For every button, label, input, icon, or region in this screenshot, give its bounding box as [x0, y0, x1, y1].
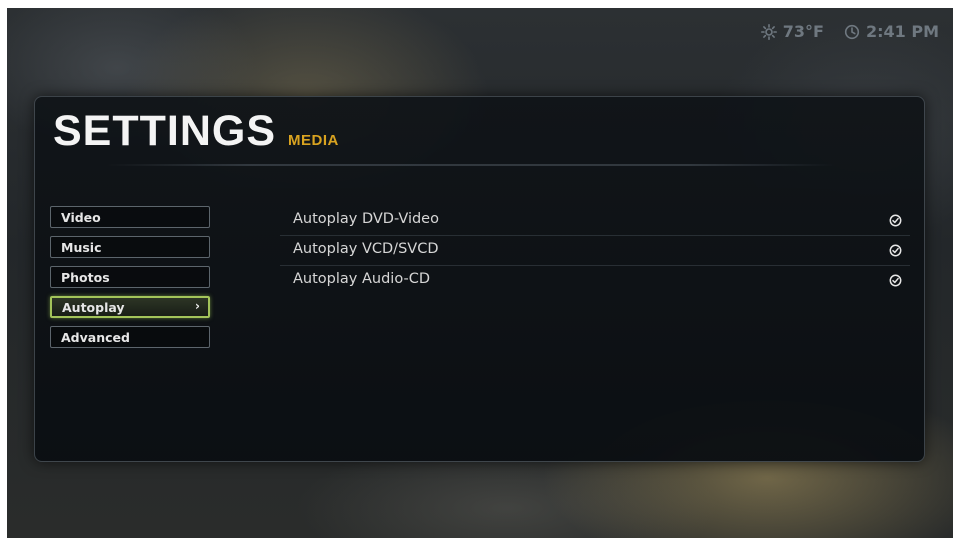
sidebar-item-label: Video — [61, 210, 101, 225]
sidebar-item-autoplay[interactable]: Autoplay › — [50, 296, 210, 318]
check-circle-icon — [889, 274, 902, 287]
title-row: SETTINGS MEDIA — [53, 107, 339, 156]
sidebar-item-music[interactable]: Music — [50, 236, 210, 258]
sidebar-item-advanced[interactable]: Advanced — [50, 326, 210, 348]
sidebar-item-label: Music — [61, 240, 102, 255]
check-circle-icon — [889, 214, 902, 227]
option-label: Autoplay DVD-Video — [293, 211, 439, 227]
option-autoplay-vcd-svcd[interactable]: Autoplay VCD/SVCD — [280, 236, 910, 266]
sidebar-item-label: Photos — [61, 270, 110, 285]
settings-panel: SETTINGS MEDIA Video Music Photos Autopl… — [34, 96, 925, 462]
autoplay-options-list: Autoplay DVD-Video Autoplay VCD/SVCD Aut… — [280, 206, 910, 296]
clock-icon — [844, 24, 860, 39]
sidebar-item-label: Autoplay — [62, 300, 125, 315]
status-bar: 73°F 2:41 PM — [760, 22, 939, 41]
sun-icon — [760, 23, 777, 40]
option-autoplay-dvd-video[interactable]: Autoplay DVD-Video — [280, 206, 910, 236]
clock-status: 2:41 PM — [844, 22, 939, 41]
media-center-screen: 73°F 2:41 PM SETTINGS MEDIA Video Music … — [7, 8, 953, 538]
settings-category-menu: Video Music Photos Autoplay › Advanced — [50, 206, 210, 356]
sidebar-item-label: Advanced — [61, 330, 130, 345]
title-divider — [105, 164, 835, 166]
temperature-text: 73°F — [782, 22, 824, 41]
option-autoplay-audio-cd[interactable]: Autoplay Audio-CD — [280, 266, 910, 296]
time-text: 2:41 PM — [865, 22, 939, 41]
option-label: Autoplay Audio-CD — [293, 271, 430, 287]
sidebar-item-video[interactable]: Video — [50, 206, 210, 228]
sidebar-item-photos[interactable]: Photos — [50, 266, 210, 288]
option-label: Autoplay VCD/SVCD — [293, 241, 439, 257]
weather-status: 73°F — [760, 22, 824, 41]
check-circle-icon — [889, 244, 902, 257]
chevron-right-icon: › — [195, 299, 200, 313]
page-title: SETTINGS — [53, 107, 277, 155]
page-subtitle: MEDIA — [288, 132, 339, 149]
